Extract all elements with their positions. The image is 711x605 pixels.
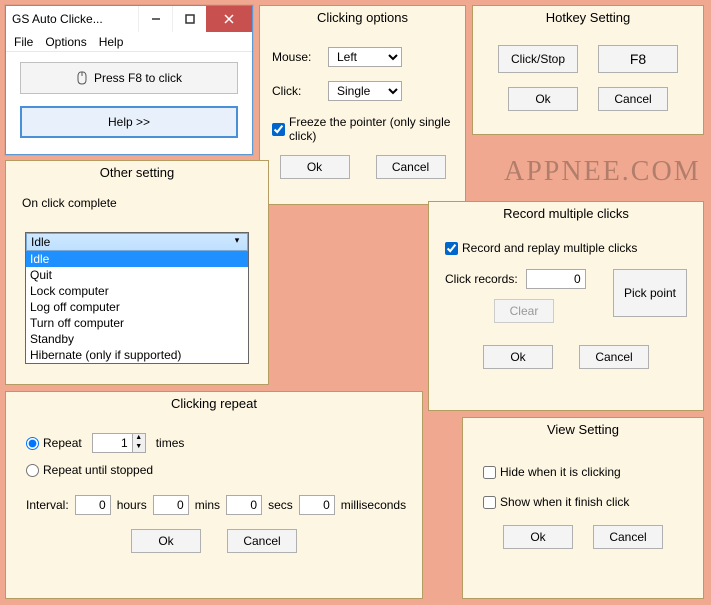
freeze-label: Freeze the pointer (only single click) (289, 115, 453, 143)
maximize-button[interactable] (172, 6, 206, 32)
repeat-n-input[interactable] (26, 437, 39, 450)
dropdown-item[interactable]: Log off computer (26, 299, 248, 315)
panel-body: Repeat ▲▼ times Repeat until stopped Int… (6, 417, 422, 563)
spin-down-icon[interactable]: ▼ (133, 443, 145, 452)
menu-file[interactable]: File (14, 35, 33, 49)
cancel-button[interactable]: Cancel (593, 525, 663, 549)
dropdown-item[interactable]: Quit (26, 267, 248, 283)
help-label: Help >> (108, 115, 150, 129)
interval-label: Interval: (26, 498, 69, 512)
ms-input[interactable] (299, 495, 335, 515)
menu-help[interactable]: Help (99, 35, 124, 49)
panel-title: Other setting (6, 161, 268, 186)
dropdown-item[interactable]: Idle (26, 251, 248, 267)
pick-point-button[interactable]: Pick point (613, 269, 687, 317)
record-enable-checkbox[interactable]: Record and replay multiple clicks (445, 241, 687, 255)
panel-body: Hide when it is clicking Show when it fi… (463, 443, 703, 561)
dropdown-item[interactable]: Lock computer (26, 283, 248, 299)
minimize-icon (151, 14, 161, 24)
menu-options[interactable]: Options (45, 35, 86, 49)
panel-body: Record and replay multiple clicks Click … (429, 227, 703, 377)
mouse-select[interactable]: Left (328, 47, 402, 67)
freeze-input[interactable] (272, 123, 285, 136)
cancel-button[interactable]: Cancel (376, 155, 446, 179)
press-label: Press F8 to click (94, 71, 182, 85)
secs-input[interactable] (226, 495, 262, 515)
panel-title: View Setting (463, 418, 703, 443)
freeze-checkbox[interactable]: Freeze the pointer (only single click) (272, 115, 453, 143)
app-body: Press F8 to click Help >> (6, 52, 252, 148)
hours-input[interactable] (75, 495, 111, 515)
close-icon (224, 14, 234, 24)
repeat-until-input[interactable] (26, 464, 39, 477)
show-label: Show when it finish click (500, 495, 629, 509)
cursor-icon (76, 71, 88, 85)
cancel-button[interactable]: Cancel (579, 345, 649, 369)
panel-title: Record multiple clicks (429, 202, 703, 227)
ok-button[interactable]: Ok (483, 345, 553, 369)
repeat-times-input[interactable] (92, 433, 132, 453)
cancel-button[interactable]: Cancel (598, 87, 668, 111)
mouse-label: Mouse: (272, 50, 314, 64)
repeat-n-radio[interactable]: Repeat ▲▼ times (26, 433, 402, 453)
watermark: APPNEE.COM (504, 156, 701, 188)
panel-title: Clicking options (260, 6, 465, 31)
on-click-label: On click complete (22, 196, 252, 210)
panel-body: On click complete (6, 186, 268, 228)
clicking-options-panel: Clicking options Mouse: Left Click: Sing… (259, 5, 466, 205)
close-button[interactable] (206, 6, 252, 32)
menubar: File Options Help (6, 32, 252, 52)
app-window: GS Auto Clicke... File Options Help Pres… (5, 5, 253, 155)
ok-button[interactable]: Ok (280, 155, 350, 179)
record-panel: Record multiple clicks Record and replay… (428, 201, 704, 411)
hide-checkbox[interactable]: Hide when it is clicking (483, 465, 683, 479)
panel-body: Click/Stop F8 Ok Cancel (473, 31, 703, 119)
maximize-icon (185, 14, 195, 24)
repeat-times-spinner[interactable]: ▲▼ (92, 433, 146, 453)
show-checkbox[interactable]: Show when it finish click (483, 495, 683, 509)
records-value[interactable] (526, 269, 586, 289)
panel-body: Mouse: Left Click: Single Freeze the poi… (260, 31, 465, 187)
hide-input[interactable] (483, 466, 496, 479)
click-select[interactable]: Single (328, 81, 402, 101)
times-label: times (156, 436, 185, 450)
chevron-down-icon: ▾ (229, 235, 245, 246)
records-label: Click records: (445, 272, 518, 286)
panel-title: Hotkey Setting (473, 6, 703, 31)
dropdown-item[interactable]: Hibernate (only if supported) (26, 347, 248, 363)
until-label: Repeat until stopped (43, 463, 153, 477)
repeat-label: Repeat (43, 436, 82, 450)
dropdown-item[interactable]: Turn off computer (26, 315, 248, 331)
clear-button[interactable]: Clear (494, 299, 554, 323)
view-panel: View Setting Hide when it is clicking Sh… (462, 417, 704, 599)
mins-input[interactable] (153, 495, 189, 515)
window-title: GS Auto Clicke... (6, 6, 138, 32)
hide-label: Hide when it is clicking (500, 465, 621, 479)
ok-button[interactable]: Ok (131, 529, 201, 553)
clickstop-button[interactable]: Click/Stop (498, 45, 578, 73)
panel-title: Clicking repeat (6, 392, 422, 417)
record-enable-label: Record and replay multiple clicks (462, 241, 637, 255)
help-button[interactable]: Help >> (20, 106, 238, 138)
click-label: Click: (272, 84, 314, 98)
spin-up-icon[interactable]: ▲ (133, 434, 145, 443)
cancel-button[interactable]: Cancel (227, 529, 297, 553)
repeat-until-radio[interactable]: Repeat until stopped (26, 463, 402, 477)
hotkey-panel: Hotkey Setting Click/Stop F8 Ok Cancel (472, 5, 704, 135)
repeat-panel: Clicking repeat Repeat ▲▼ times Repeat u… (5, 391, 423, 599)
dropdown-selected[interactable]: Idle ▾ (26, 233, 248, 251)
on-click-dropdown[interactable]: Idle ▾ Idle Quit Lock computer Log off c… (25, 232, 249, 364)
press-to-click-button[interactable]: Press F8 to click (20, 62, 238, 94)
dropdown-item[interactable]: Standby (26, 331, 248, 347)
titlebar: GS Auto Clicke... (6, 6, 252, 32)
ok-button[interactable]: Ok (503, 525, 573, 549)
show-input[interactable] (483, 496, 496, 509)
hotkey-display[interactable]: F8 (598, 45, 678, 73)
ok-button[interactable]: Ok (508, 87, 578, 111)
minimize-button[interactable] (138, 6, 172, 32)
record-enable-input[interactable] (445, 242, 458, 255)
